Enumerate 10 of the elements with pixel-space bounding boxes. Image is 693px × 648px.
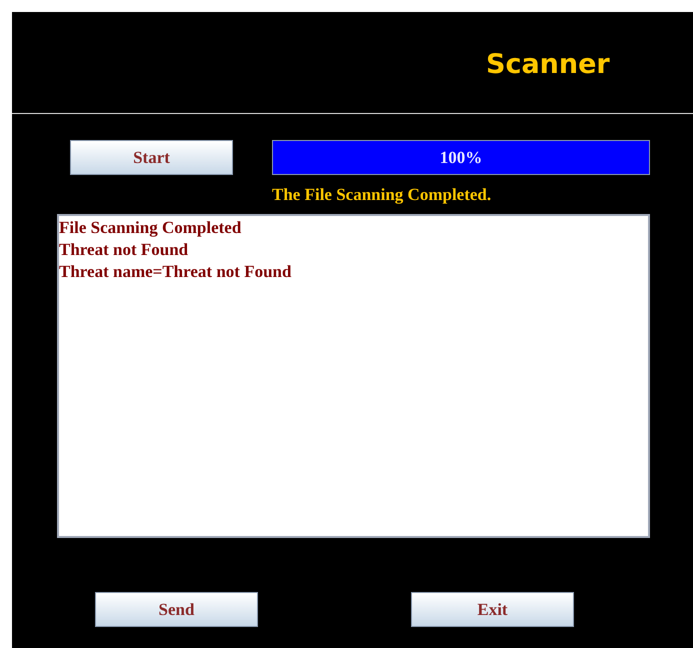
- log-line: File Scanning Completed: [59, 217, 242, 239]
- start-button[interactable]: Start: [70, 140, 233, 175]
- send-button[interactable]: Send: [95, 592, 258, 627]
- log-line: Threat not Found: [59, 239, 188, 261]
- status-message: The File Scanning Completed.: [272, 185, 492, 205]
- log-text-area[interactable]: File Scanning Completed Threat not Found Threat name=Threat not Found: [57, 214, 650, 538]
- exit-button[interactable]: Exit: [411, 592, 574, 627]
- log-line: Threat name=Threat not Found: [59, 261, 292, 283]
- progress-reading: 100%: [440, 148, 482, 168]
- window-title: Scanner: [486, 49, 610, 80]
